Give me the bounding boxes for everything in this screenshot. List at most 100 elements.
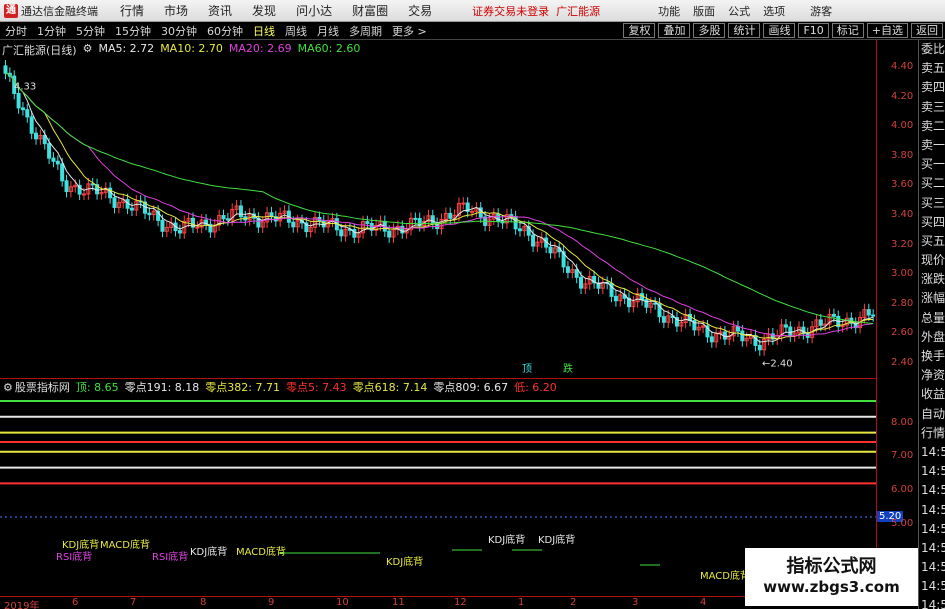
price-tick-label: 3.80 <box>891 149 914 161</box>
side-panel-item[interactable]: 净资 <box>919 366 945 385</box>
menu-item-market[interactable]: 市场 <box>164 2 188 19</box>
candle-body <box>129 207 134 211</box>
login-status[interactable]: 证券交易未登录 广汇能源 <box>472 3 600 19</box>
menu-item-news[interactable]: 资讯 <box>208 2 232 19</box>
side-panel-item[interactable]: 自动 <box>919 405 945 424</box>
candle-body <box>225 218 230 221</box>
ma5-line <box>5 72 874 343</box>
menu-item-wealth[interactable]: 财富圈 <box>352 2 388 19</box>
indicator-name[interactable]: 股票指标网 <box>15 379 70 395</box>
side-panel-item[interactable]: 14:50 <box>919 501 945 520</box>
side-panel-item[interactable]: 卖一 <box>919 136 945 155</box>
side-panel-item[interactable]: 卖四 <box>919 78 945 97</box>
indicator-tick-label: 5.00 <box>891 517 914 529</box>
menu-layout[interactable]: 版面 <box>693 3 715 19</box>
period-multi[interactable]: 多周期 <box>349 23 382 39</box>
candle-body <box>400 225 405 234</box>
mark-button[interactable]: 标记 <box>831 23 864 38</box>
candle-body <box>709 336 714 343</box>
period-15min[interactable]: 15分钟 <box>115 23 151 39</box>
candle-body <box>818 319 823 326</box>
side-panel-item[interactable]: 现价 <box>919 251 945 270</box>
back-button[interactable]: 返回 <box>911 23 943 38</box>
price-y-axis: 4.40 4.20 4.00 3.80 3.60 3.40 3.20 3.00 2.80 2.60… <box>876 40 918 378</box>
candle-body <box>644 299 649 308</box>
side-panel-item[interactable]: 卖二 <box>919 117 945 136</box>
side-panel-item[interactable]: 总量 <box>919 309 945 328</box>
menu-item-trade[interactable]: 交易 <box>408 2 432 19</box>
candle-body <box>160 219 165 232</box>
side-panel-item[interactable]: 换手 <box>919 347 945 366</box>
candle-body <box>866 309 871 316</box>
side-panel-item[interactable]: 买一 <box>919 155 945 174</box>
candle-body <box>20 107 25 111</box>
side-panel-item[interactable]: 行情 <box>919 424 945 443</box>
candle-body <box>448 212 453 219</box>
side-panel-item[interactable]: 卖三 <box>919 98 945 117</box>
menu-item-ask[interactable]: 问小达 <box>296 2 332 19</box>
ind-382: 零点382: 7.71 <box>205 381 280 394</box>
side-panel-item[interactable]: 卖五 <box>919 59 945 78</box>
divergence-signal-label: KDJ底背 <box>190 545 227 558</box>
side-panel-item[interactable]: 涨跌 <box>919 270 945 289</box>
candle-body <box>16 92 21 109</box>
menu-item-quotes[interactable]: 行情 <box>120 2 144 19</box>
side-panel-item[interactable]: 14:50 <box>919 558 945 577</box>
f10-button[interactable]: F10 <box>798 23 829 38</box>
side-panel-item[interactable]: 14:50 <box>919 462 945 481</box>
date-tick-label: 4 <box>700 597 707 608</box>
ind-809: 零点809: 6.67 <box>433 381 509 394</box>
period-monthly[interactable]: 月线 <box>317 23 339 39</box>
settings-icon[interactable]: ⚙ <box>83 42 93 58</box>
side-panel-item[interactable]: 买三 <box>919 194 945 213</box>
period-intraday[interactable]: 分时 <box>5 23 27 39</box>
divergence-signal-label: KDJ底背 <box>488 533 525 546</box>
menu-options[interactable]: 选项 <box>763 3 785 19</box>
menu-item-discover[interactable]: 发现 <box>252 2 276 19</box>
side-panel-item[interactable]: 收益 <box>919 385 945 404</box>
side-panel-item[interactable]: 14:50 <box>919 520 945 539</box>
menu-function[interactable]: 功能 <box>658 3 680 19</box>
side-panel-item[interactable]: 14:50 <box>919 596 945 609</box>
side-panel-item[interactable]: 买二 <box>919 174 945 193</box>
multi-stock-button[interactable]: 多股 <box>693 23 726 38</box>
add-watchlist-button[interactable]: +自选 <box>866 23 908 38</box>
side-panel-item[interactable]: 14:50 <box>919 443 945 462</box>
side-panel-item[interactable]: 涨幅 <box>919 289 945 308</box>
candle-body <box>413 217 418 220</box>
side-panel-item[interactable]: 外盘 <box>919 328 945 347</box>
period-toolbar: 分时 1分钟 5分钟 15分钟 30分钟 60分钟 日线 周线 月线 多周期 更… <box>0 22 945 40</box>
side-panel-item[interactable]: 买四 <box>919 213 945 232</box>
period-daily[interactable]: 日线 <box>253 23 275 39</box>
indicator-settings-icon[interactable]: ⚙ <box>3 381 13 394</box>
period-5min[interactable]: 5分钟 <box>76 23 105 39</box>
side-panel-item[interactable]: 14:50 <box>919 539 945 558</box>
side-panel-item[interactable]: 14:50 <box>919 481 945 500</box>
guest-user[interactable]: 游客 <box>810 3 832 19</box>
draw-line-button[interactable]: 画线 <box>763 23 796 38</box>
ind-low: 低: 6.20 <box>514 381 557 394</box>
date-tick-label: 2019年 <box>4 601 40 609</box>
price-tick-label: 3.20 <box>891 238 914 250</box>
period-30min[interactable]: 30分钟 <box>161 23 197 39</box>
menu-formula[interactable]: 公式 <box>728 3 750 19</box>
date-tick-label: 8 <box>200 597 207 608</box>
statistics-button[interactable]: 统计 <box>728 23 761 38</box>
restore-rights-button[interactable]: 复权 <box>623 23 656 38</box>
overlay-button[interactable]: 叠加 <box>658 23 691 38</box>
side-panel-item[interactable]: 买五 <box>919 232 945 251</box>
price-tick-label: 2.80 <box>891 297 914 309</box>
candle-body <box>461 202 466 205</box>
period-weekly[interactable]: 周线 <box>285 23 307 39</box>
price-tick-label: 4.00 <box>891 120 914 132</box>
period-60min[interactable]: 60分钟 <box>207 23 243 39</box>
candle-body <box>661 316 666 323</box>
period-1min[interactable]: 1分钟 <box>37 23 66 39</box>
divergence-signal-label: RSI底背 <box>152 550 188 563</box>
side-panel-item[interactable]: 14:50 <box>919 577 945 596</box>
price-chart[interactable]: 4.33 ←2.40 顶 跌 <box>0 40 876 378</box>
ind-191: 零点191: 8.18 <box>124 381 200 394</box>
price-tick-label: 4.20 <box>891 90 914 102</box>
side-panel-item[interactable]: 委比 <box>919 40 945 59</box>
period-more[interactable]: 更多 > <box>392 23 427 39</box>
